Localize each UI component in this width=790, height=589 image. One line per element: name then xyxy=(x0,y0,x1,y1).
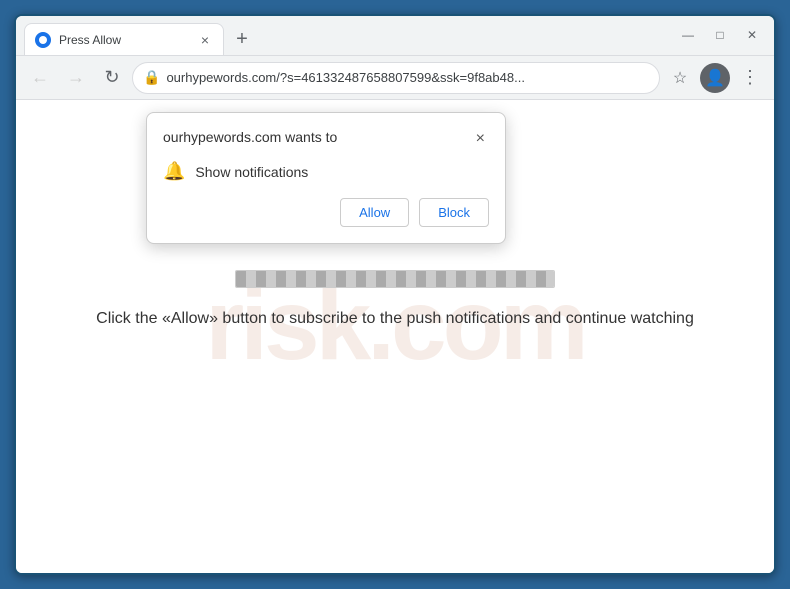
tab-area: Press Allow × + xyxy=(24,16,668,55)
loading-bar-fill xyxy=(236,271,554,287)
back-button[interactable]: ← xyxy=(24,62,56,94)
menu-button[interactable]: ⋮ xyxy=(734,62,766,94)
bookmark-button[interactable]: ☆ xyxy=(664,62,696,94)
browser-content: risk.com ourhypewords.com wants to × 🔔 S… xyxy=(16,100,774,573)
address-path: /?s=461332487658807599&ssk=9f8ab48... xyxy=(276,70,525,85)
new-tab-button[interactable]: + xyxy=(228,25,256,53)
popup-header: ourhypewords.com wants to × xyxy=(163,129,489,149)
tab-title: Press Allow xyxy=(59,33,189,47)
forward-button[interactable]: → xyxy=(60,62,92,94)
close-button[interactable]: ✕ xyxy=(738,23,766,47)
popup-permission-text: Show notifications xyxy=(195,164,308,180)
browser-window: Press Allow × + — □ ✕ ← → ↻ 🔒 ourhypewor… xyxy=(14,14,776,575)
notification-popup: ourhypewords.com wants to × 🔔 Show notif… xyxy=(146,112,506,244)
address-bar[interactable]: 🔒 ourhypewords.com/?s=461332487658807599… xyxy=(132,62,660,94)
active-tab[interactable]: Press Allow × xyxy=(24,23,224,55)
popup-title: ourhypewords.com wants to xyxy=(163,129,337,145)
account-button[interactable]: 👤 xyxy=(700,63,730,93)
address-domain: ourhypewords.com xyxy=(166,70,276,85)
loading-bar xyxy=(235,270,555,288)
bell-icon: 🔔 xyxy=(163,161,185,182)
lock-icon: 🔒 xyxy=(143,69,160,86)
popup-close-button[interactable]: × xyxy=(472,129,489,149)
window-controls: — □ ✕ xyxy=(674,23,766,47)
popup-buttons: Allow Block xyxy=(163,198,489,227)
loading-stripe xyxy=(236,271,554,287)
address-text: ourhypewords.com/?s=461332487658807599&s… xyxy=(166,70,649,85)
cta-text: Click the «Allow» button to subscribe to… xyxy=(96,308,694,330)
page-content: risk.com ourhypewords.com wants to × 🔔 S… xyxy=(16,100,774,573)
nav-bar: ← → ↻ 🔒 ourhypewords.com/?s=461332487658… xyxy=(16,56,774,100)
loading-bar-container xyxy=(235,240,555,304)
minimize-button[interactable]: — xyxy=(674,23,702,47)
popup-permission-row: 🔔 Show notifications xyxy=(163,161,489,182)
tab-close-button[interactable]: × xyxy=(197,32,213,48)
reload-button[interactable]: ↻ xyxy=(96,62,128,94)
title-bar: Press Allow × + — □ ✕ xyxy=(16,16,774,56)
block-button[interactable]: Block xyxy=(419,198,489,227)
allow-button[interactable]: Allow xyxy=(340,198,409,227)
tab-favicon-icon xyxy=(35,32,51,48)
maximize-button[interactable]: □ xyxy=(706,23,734,47)
